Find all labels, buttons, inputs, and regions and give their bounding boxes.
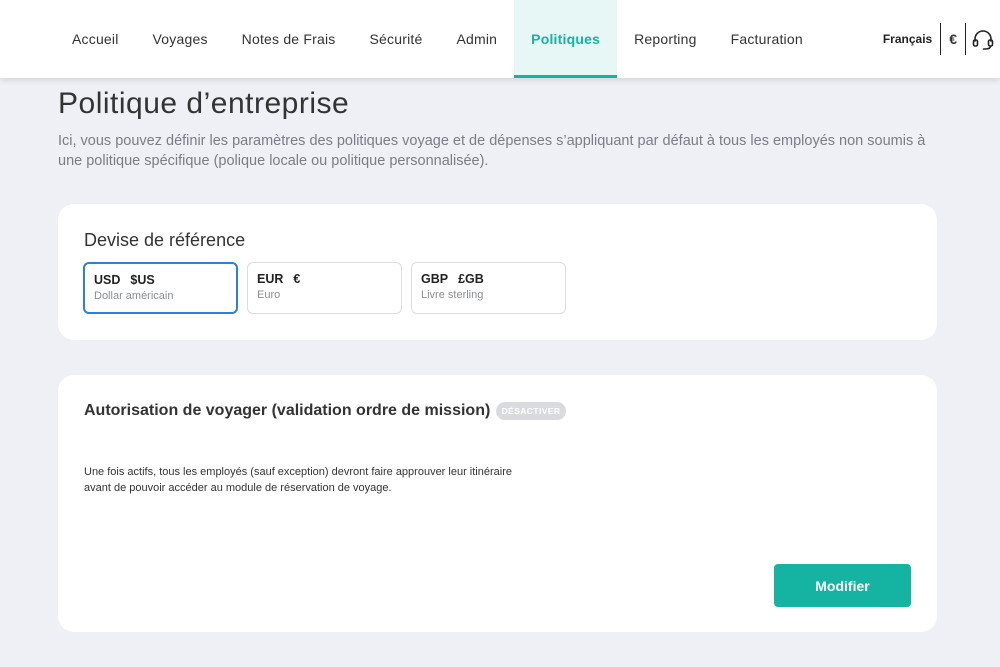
page-description: Ici, vous pouvez définir les paramètres …	[58, 133, 926, 169]
currency-selector[interactable]: €	[941, 31, 965, 47]
currency-name: Dollar américain	[94, 290, 174, 302]
currency-symbol: $US	[130, 273, 155, 287]
page-title: Politique d’entreprise	[58, 87, 350, 120]
currency-code: EUR	[257, 272, 284, 286]
status-badge: DÉSACTIVER	[496, 402, 566, 420]
currency-options: USD $US Dollar américain EUR € Euro GBP £GB…	[83, 262, 566, 314]
travel-authorization-card: Autorisation de voyager (validation ordr…	[58, 375, 937, 632]
travel-authorization-title: Autorisation de voyager (validation ordr…	[84, 402, 491, 419]
card-title: Devise de référence	[84, 230, 246, 250]
main-nav: Accueil Voyages Notes de Frais Sécurité …	[55, 0, 820, 78]
nav-item-admin[interactable]: Admin	[439, 0, 514, 78]
nav-item-voyages[interactable]: Voyages	[136, 0, 225, 78]
nav-item-accueil[interactable]: Accueil	[55, 0, 136, 78]
nav-item-facturation[interactable]: Facturation	[714, 0, 820, 78]
currency-option-gbp[interactable]: GBP £GB Livre sterling	[411, 262, 566, 314]
reference-currency-card: Devise de référence USD $US Dollar améric…	[58, 204, 937, 340]
nav-item-politiques[interactable]: Politiques	[514, 0, 618, 78]
currency-code: USD	[94, 273, 121, 287]
top-navigation-bar: Accueil Voyages Notes de Frais Sécurité …	[0, 0, 1000, 78]
currency-code-line: GBP £GB	[421, 272, 556, 286]
nav-item-securite[interactable]: Sécurité	[353, 0, 440, 78]
currency-name: Livre sterling	[421, 289, 484, 301]
currency-code-line: USD $US	[94, 273, 227, 287]
currency-code-line: EUR €	[257, 272, 392, 286]
nav-item-notes-de-frais[interactable]: Notes de Frais	[225, 0, 353, 78]
currency-symbol: €	[293, 272, 301, 286]
currency-code: GBP	[421, 272, 449, 286]
modify-button[interactable]: Modifier	[774, 564, 911, 607]
support-headset-icon[interactable]	[966, 27, 1000, 51]
currency-symbol: £GB	[458, 272, 484, 286]
currency-name: Euro	[257, 289, 281, 301]
currency-option-eur[interactable]: EUR € Euro	[247, 262, 402, 314]
language-selector[interactable]: Français	[883, 32, 940, 46]
currency-option-usd[interactable]: USD $US Dollar américain	[83, 262, 238, 314]
nav-utilities: Français €	[883, 0, 1000, 78]
nav-item-reporting[interactable]: Reporting	[617, 0, 714, 78]
travel-authorization-description: Une fois actifs, tous les employés (sauf…	[84, 466, 512, 494]
